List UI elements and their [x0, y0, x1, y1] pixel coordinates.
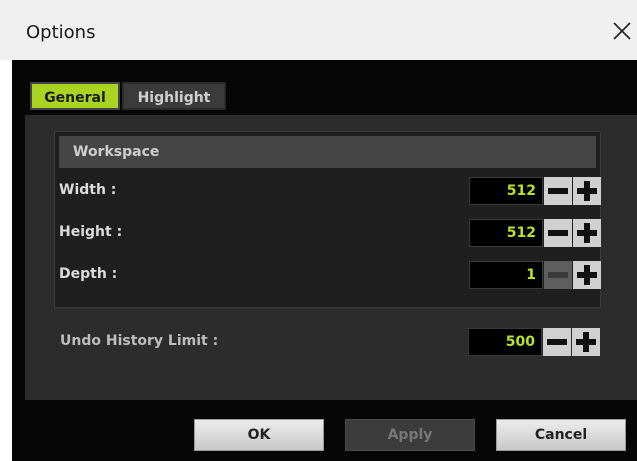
depth-field[interactable]: 1 — [469, 261, 543, 289]
plus-icon — [577, 223, 597, 243]
minus-icon — [548, 230, 568, 236]
plus-icon — [577, 181, 597, 201]
minus-icon — [547, 339, 567, 345]
apply-button[interactable]: Apply — [345, 419, 475, 451]
workspace-group: Workspace Width : 512 Height : 512 Depth… — [54, 131, 601, 308]
window-title: Options — [26, 22, 96, 43]
plus-icon — [577, 265, 597, 285]
minus-icon — [548, 272, 568, 278]
undo-plus-button[interactable] — [572, 328, 600, 356]
height-label: Height : — [59, 224, 123, 240]
depth-minus-button[interactable] — [544, 261, 572, 289]
width-label: Width : — [59, 182, 117, 198]
general-panel: Workspace Width : 512 Height : 512 Depth… — [25, 115, 637, 400]
tab-highlight[interactable]: Highlight — [122, 82, 226, 110]
close-button[interactable] — [607, 16, 637, 46]
options-dialog: General Highlight Workspace Width : 512 … — [12, 60, 637, 461]
cancel-button[interactable]: Cancel — [496, 419, 626, 451]
undo-minus-button[interactable] — [543, 328, 571, 356]
minus-icon — [548, 188, 568, 194]
ok-button[interactable]: OK — [194, 419, 324, 451]
height-minus-button[interactable] — [544, 219, 572, 247]
depth-label: Depth : — [59, 266, 118, 282]
width-field[interactable]: 512 — [469, 177, 543, 205]
undo-history-label: Undo History Limit : — [60, 333, 219, 349]
plus-icon — [576, 332, 596, 352]
depth-plus-button[interactable] — [573, 261, 601, 289]
width-minus-button[interactable] — [544, 177, 572, 205]
height-field[interactable]: 512 — [469, 219, 543, 247]
workspace-header: Workspace — [59, 136, 596, 168]
tab-general[interactable]: General — [30, 82, 120, 110]
close-icon — [613, 22, 631, 40]
title-bar: Options — [0, 0, 637, 60]
undo-history-field[interactable]: 500 — [468, 328, 542, 356]
width-plus-button[interactable] — [573, 177, 601, 205]
height-plus-button[interactable] — [573, 219, 601, 247]
